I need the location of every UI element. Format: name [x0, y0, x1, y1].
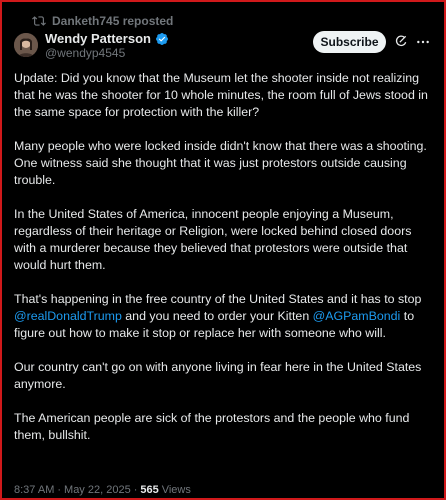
- post-paragraph-4: That's happening in the free country of …: [14, 291, 436, 342]
- views-count: 565: [140, 484, 159, 496]
- meta-separator: ·: [133, 484, 138, 496]
- post-paragraph-6: The American people are sick of the prot…: [14, 411, 410, 442]
- post-time[interactable]: 8:37 AM: [14, 484, 54, 496]
- post-paragraph-3: In the United States of America, innocen…: [14, 207, 412, 272]
- views-label: Views: [161, 484, 191, 496]
- mention-link-agpambondi[interactable]: @AGPamBondi: [313, 309, 401, 323]
- post-text: Update: Did you know that the Museum let…: [14, 70, 436, 461]
- post-date[interactable]: May 22, 2025: [64, 484, 131, 496]
- post-paragraph-5: Our country can't go on with anyone livi…: [14, 360, 422, 391]
- repost-label: Danketh745 reposted: [52, 14, 174, 28]
- post-meta: 8:37 AM · May 22, 2025 · 565 Views: [14, 484, 191, 496]
- post-paragraph-1: Update: Did you know that the Museum let…: [14, 71, 428, 119]
- repost-icon: [32, 16, 46, 26]
- post-text-span: and you need to order your Kitten: [121, 309, 313, 323]
- repost-indicator[interactable]: Danketh745 reposted: [32, 13, 173, 29]
- meta-separator: ·: [57, 484, 62, 496]
- author-handle[interactable]: @wendyp4545: [45, 46, 125, 60]
- post-paragraph-2: Many people who were locked inside didn'…: [14, 139, 427, 187]
- avatar[interactable]: [14, 33, 38, 57]
- post-text-span: That's happening in the free country of …: [14, 292, 422, 306]
- mention-link-realdonaldtrump[interactable]: @realDonaldTrump: [14, 309, 122, 323]
- more-icon[interactable]: [415, 34, 431, 50]
- subscribe-button[interactable]: Subscribe: [313, 31, 386, 53]
- author-name[interactable]: Wendy Patterson: [45, 31, 151, 46]
- grok-icon[interactable]: [394, 34, 408, 48]
- verified-icon: [155, 32, 168, 45]
- author-name-row[interactable]: Wendy Patterson: [45, 31, 169, 46]
